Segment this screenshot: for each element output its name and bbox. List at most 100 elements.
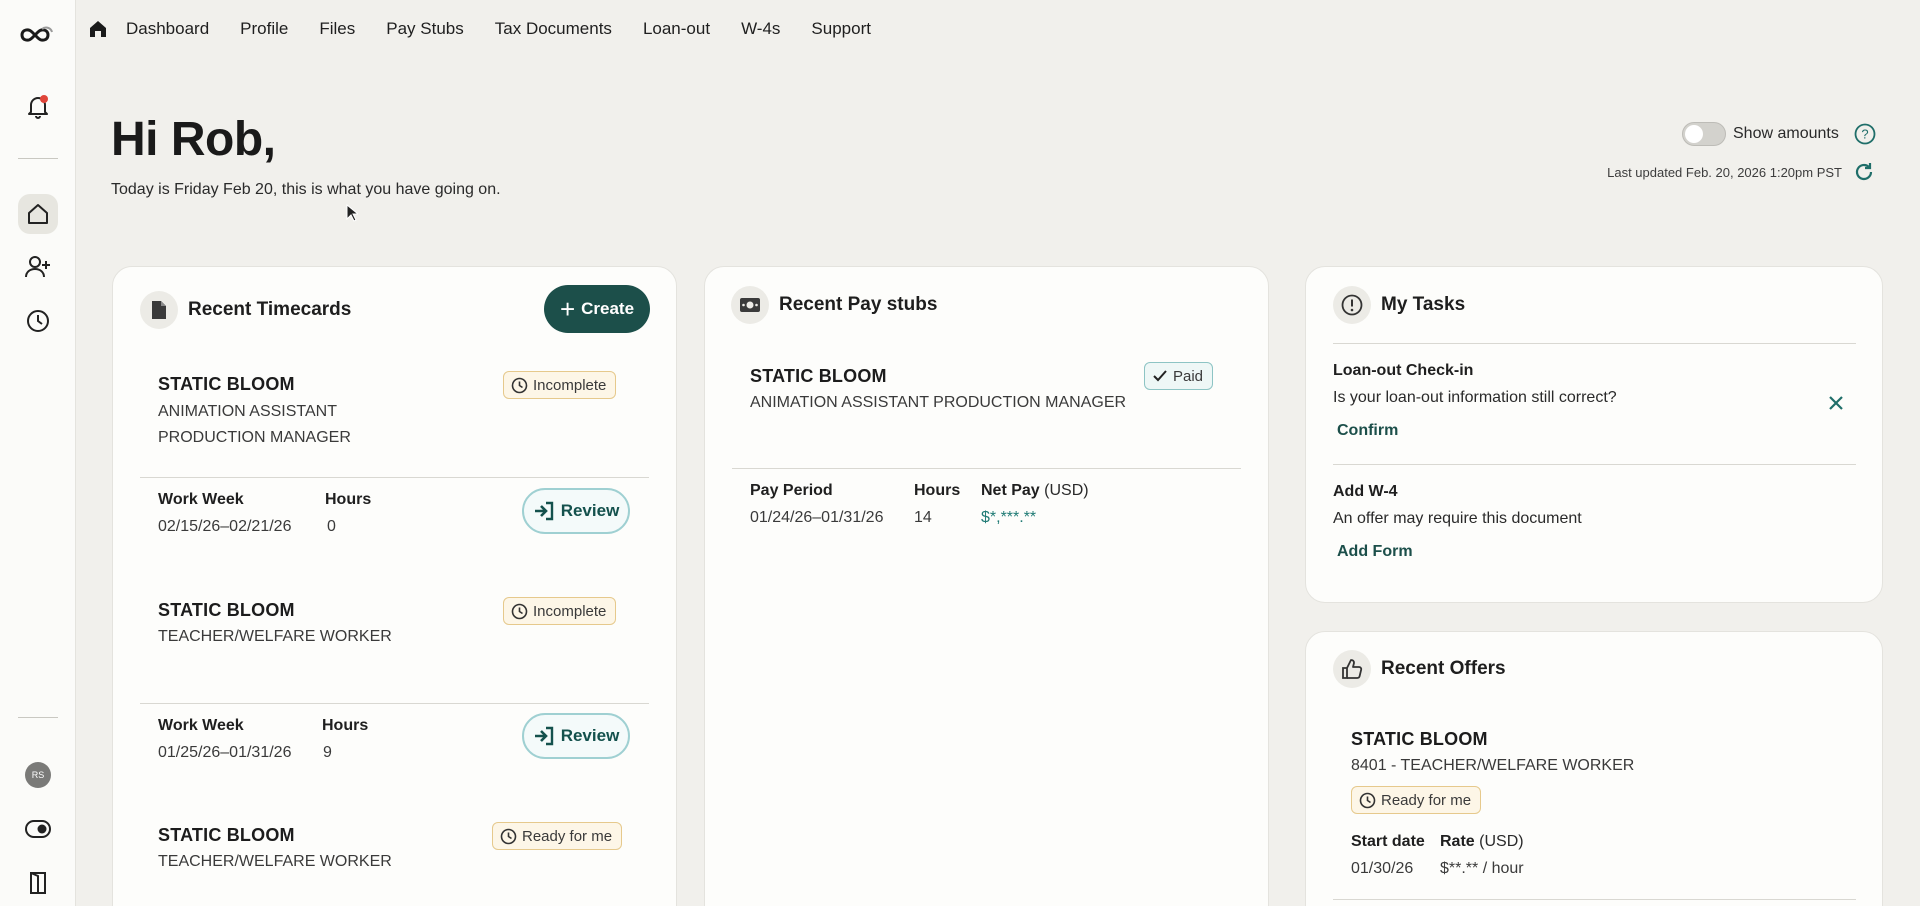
offers-title: Recent Offers	[1381, 658, 1506, 679]
start-date-value: 01/30/26	[1351, 860, 1414, 877]
paid-badge: Paid	[1144, 362, 1214, 390]
plus-icon: +	[559, 294, 576, 324]
work-week-label: Work Week	[158, 491, 244, 508]
task-title: Loan-out Check-in	[1333, 362, 1474, 379]
mouse-cursor-icon	[346, 203, 360, 227]
timecard-role: TEACHER/WELFARE WORKER	[158, 853, 392, 870]
clock-nav-icon[interactable]	[18, 301, 58, 341]
clock-icon	[1359, 792, 1376, 809]
clock-icon	[511, 377, 528, 394]
logout-door-icon[interactable]	[18, 863, 58, 903]
sidebar-divider	[18, 158, 58, 159]
offer-company: STATIC BLOOM	[1351, 729, 1488, 749]
task-title: Add W-4	[1333, 483, 1398, 500]
status-text: Ready for me	[1381, 791, 1472, 809]
work-week-value: 01/25/26–01/31/26	[158, 744, 292, 761]
sign-in-icon	[533, 501, 555, 521]
add-user-icon[interactable]	[18, 247, 58, 287]
nav-dashboard[interactable]: Dashboard	[126, 19, 209, 39]
nav-w4s[interactable]: W-4s	[741, 19, 780, 39]
last-updated-text: Last updated Feb. 20, 2026 1:20pm PST	[1607, 165, 1842, 180]
timecard-role: TEACHER/WELFARE WORKER	[158, 628, 392, 645]
nav-profile[interactable]: Profile	[240, 19, 288, 39]
home-nav-icon[interactable]	[18, 194, 58, 234]
avatar[interactable]: RS	[25, 762, 51, 788]
review-label: Review	[560, 726, 620, 745]
timecard-role: ANIMATION ASSISTANT	[158, 403, 337, 420]
status-badge: Ready for me	[1351, 786, 1482, 814]
timecards-header: Recent Timecards	[140, 291, 351, 329]
help-icon[interactable]: ?	[1854, 123, 1876, 150]
page-subtitle: Today is Friday Feb 20, this is what you…	[111, 181, 501, 198]
paystub-company: STATIC BLOOM	[750, 366, 887, 386]
home-icon[interactable]	[86, 17, 110, 41]
thumbs-up-icon	[1333, 650, 1371, 688]
nav-support[interactable]: Support	[811, 19, 871, 39]
paystub-hours-value: 14	[914, 509, 932, 526]
offers-header: Recent Offers	[1333, 650, 1506, 688]
paystubs-header: Recent Pay stubs	[731, 286, 937, 324]
nav-files[interactable]: Files	[319, 19, 355, 39]
notification-bell-icon[interactable]	[18, 87, 58, 127]
task-description: An offer may require this document	[1333, 510, 1582, 527]
net-pay-label: Net Pay	[981, 482, 1040, 499]
clock-icon	[511, 603, 528, 620]
top-nav: Dashboard Profile Files Pay Stubs Tax Do…	[86, 14, 902, 44]
timecard-company: STATIC BLOOM	[158, 374, 295, 394]
sidebar: RS	[0, 0, 76, 906]
document-icon	[140, 291, 178, 329]
rate-heading: Rate (USD)	[1440, 833, 1524, 851]
timecard-company: STATIC BLOOM	[158, 600, 295, 620]
task-description: Is your loan-out information still corre…	[1333, 389, 1617, 406]
divider	[732, 468, 1241, 469]
sign-in-icon	[533, 726, 555, 746]
rate-unit: (USD)	[1479, 833, 1524, 850]
recent-timecards-card	[112, 266, 677, 906]
status-badge: Incomplete	[503, 371, 617, 399]
divider	[140, 703, 649, 704]
offer-role: 8401 - TEACHER/WELFARE WORKER	[1351, 757, 1635, 774]
divider	[1333, 899, 1856, 900]
rate-value: $**.** / hour	[1440, 860, 1524, 877]
rate-label: Rate	[1440, 833, 1475, 850]
confirm-link[interactable]: Confirm	[1337, 422, 1398, 440]
status-badge: Incomplete	[503, 597, 617, 625]
status-text: Incomplete	[533, 602, 607, 620]
svg-text:?: ?	[1861, 127, 1868, 142]
divider	[140, 477, 649, 478]
review-button[interactable]: Review	[522, 713, 630, 759]
sidebar-divider	[18, 717, 58, 718]
paid-text: Paid	[1173, 367, 1204, 385]
tasks-title: My Tasks	[1381, 294, 1466, 315]
divider	[1333, 343, 1856, 344]
refresh-icon[interactable]	[1853, 161, 1875, 188]
toggle-knob	[1685, 125, 1703, 143]
clock-icon	[500, 828, 517, 845]
nav-loan-out[interactable]: Loan-out	[643, 19, 710, 39]
nav-pay-stubs[interactable]: Pay Stubs	[386, 19, 464, 39]
hours-value: 0	[327, 518, 336, 535]
hours-label: Hours	[322, 717, 369, 734]
add-form-link[interactable]: Add Form	[1337, 543, 1413, 561]
hours-value: 9	[323, 744, 332, 761]
divider	[1333, 464, 1856, 465]
create-label: Create	[581, 299, 635, 318]
logo-icon[interactable]	[18, 13, 58, 53]
toggle-icon[interactable]	[18, 809, 58, 849]
show-amounts-toggle[interactable]	[1682, 122, 1726, 146]
close-icon[interactable]	[1828, 395, 1844, 416]
pay-period-value: 01/24/26–01/31/26	[750, 509, 884, 526]
status-text: Incomplete	[533, 376, 607, 394]
paystubs-title: Recent Pay stubs	[779, 294, 938, 315]
paystub-role: ANIMATION ASSISTANT PRODUCTION MANAGER	[750, 394, 1127, 411]
timecard-role-line2: PRODUCTION MANAGER	[158, 429, 351, 446]
status-text: Ready for me	[522, 827, 613, 845]
review-button[interactable]: Review	[522, 488, 630, 534]
page-title: Hi Rob,	[111, 113, 276, 166]
work-week-label: Work Week	[158, 717, 244, 734]
create-timecard-button[interactable]: + Create	[544, 285, 650, 333]
net-pay-value: $*,***.**	[981, 509, 1037, 526]
nav-tax-documents[interactable]: Tax Documents	[495, 19, 612, 39]
alert-icon	[1333, 286, 1371, 324]
pay-period-label: Pay Period	[750, 482, 833, 499]
